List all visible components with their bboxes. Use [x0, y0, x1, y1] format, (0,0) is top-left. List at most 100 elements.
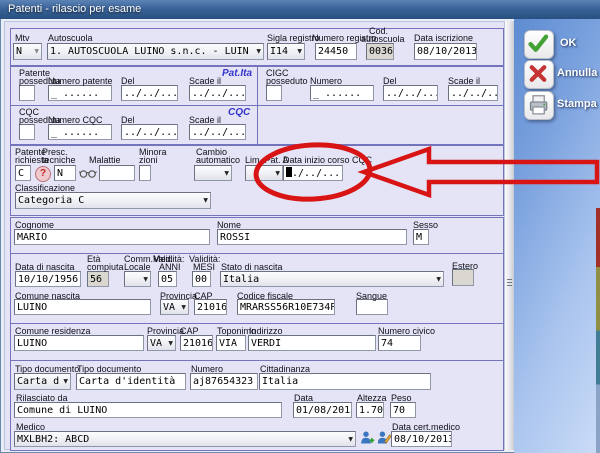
rilasciato-da-field[interactable]: Comune di LUINO [14, 402, 282, 418]
cap-residenza-field[interactable]: 21016 [180, 335, 213, 351]
patente-scade-field[interactable]: ../../.... [189, 85, 246, 101]
cigc-del-field[interactable]: ../../.... [383, 85, 438, 101]
patente-scade-label: Scade il [189, 76, 221, 86]
minorazioni-field[interactable] [139, 165, 151, 181]
annulla-button[interactable] [524, 60, 554, 89]
cittadinanza-label: Cittadinanza [260, 364, 310, 374]
patente-richiesta-field[interactable]: C [15, 165, 31, 181]
sangue-label: Sangue [356, 291, 387, 301]
sesso-field[interactable]: M [413, 229, 429, 245]
patenti-dialog-window: Patenti - rilascio per esame Mtv N▼ Auto… [0, 0, 600, 453]
data-documento-field[interactable]: 01/08/2013 [293, 402, 352, 418]
provincia-nascita-dropdown[interactable]: VA▼ [160, 299, 189, 315]
annulla-button-label[interactable]: Annulla [557, 67, 597, 79]
indirizzo-field[interactable]: VERDI [248, 335, 376, 351]
cigc-scade-label: Scade il [448, 76, 480, 86]
splitter-grip-icon [507, 279, 512, 288]
cigc-scade-field[interactable]: ../../.. [448, 85, 498, 101]
classificazione-label: Classificazione [15, 183, 75, 193]
sigla-registro-dropdown[interactable]: I14▼ [267, 43, 305, 60]
data-inizio-corso-cqc-field[interactable]: ./../.... [283, 165, 343, 181]
mtv-dropdown[interactable]: N▼ [13, 43, 42, 60]
numero-civico-field[interactable]: 74 [378, 335, 421, 351]
cognome-field[interactable]: MARIO [14, 229, 210, 245]
ok-button[interactable] [524, 30, 554, 59]
chevron-down-icon: ▼ [63, 378, 68, 386]
cap-nascita-field[interactable]: 21016 [194, 299, 227, 315]
comune-residenza-label: Comune residenza [15, 326, 91, 336]
nome-field[interactable]: ROSSI [217, 229, 407, 245]
data-di-nascita-field[interactable]: 10/10/1956 [15, 271, 81, 287]
data-iscrizione-field[interactable]: 08/10/2013 [414, 43, 477, 60]
classificazione-dropdown[interactable]: Categoria C▼ [15, 192, 211, 209]
patente-del-field[interactable]: ../../.... [121, 85, 178, 101]
pat-ita-tag: Pat.Ita [222, 68, 252, 79]
cittadinanza-field[interactable]: Italia [259, 373, 431, 390]
lim-pat-a-dropdown[interactable]: ▼ [245, 165, 283, 181]
help-icon[interactable]: ? [35, 166, 51, 182]
altezza-label: Altezza [357, 393, 387, 403]
cambio-automatico-dropdown[interactable]: ▼ [194, 165, 232, 181]
numero-registro-field[interactable]: 24450 [315, 43, 357, 60]
comm-med-locale-dropdown[interactable]: ▼ [124, 271, 151, 287]
comune-nascita-field[interactable]: LUINO [14, 299, 151, 315]
cognome-label: Cognome [15, 220, 54, 230]
sangue-field[interactable] [356, 299, 388, 315]
cqc-numero-label: Numero CQC [48, 115, 103, 125]
edit-person-icon[interactable] [377, 430, 392, 445]
numero-patente-field[interactable]: _ ...... [48, 85, 112, 101]
glasses-icon[interactable] [79, 168, 97, 179]
peso-field[interactable]: 70 [390, 402, 416, 418]
autoscuola-label: Autoscuola [48, 33, 93, 43]
comune-residenza-field[interactable]: LUINO [14, 335, 144, 351]
cqc-numero-field[interactable]: _ ...... [48, 124, 112, 140]
add-person-icon[interactable] [360, 430, 375, 445]
cigc-posseduto-box[interactable] [266, 85, 282, 101]
cqc-del-field[interactable]: ../../.... [121, 124, 178, 140]
malattie-label: Malattie [89, 155, 121, 165]
stato-di-nascita-label: Stato di nascita [221, 262, 283, 272]
cqc-posseduta-box[interactable] [19, 124, 35, 140]
data-di-nascita-label: Data di nascita [15, 262, 75, 272]
mesi-field[interactable]: 00 [192, 271, 211, 287]
tipo-documento-dropdown[interactable]: Carta d▼ [14, 373, 71, 390]
numero-documento-label: Numero [191, 364, 223, 374]
presc-tecniche-field[interactable]: N [54, 165, 76, 181]
medico-dropdown[interactable]: MXLBH2: ABCD▼ [14, 431, 356, 447]
chevron-down-icon: ▼ [203, 197, 208, 205]
stato-di-nascita-dropdown[interactable]: Italia▼ [220, 271, 444, 287]
numero-documento-field[interactable]: aj87654323 [190, 373, 258, 390]
toponimo-field[interactable]: VIA [216, 335, 246, 351]
eta-label-2: compiuta [87, 262, 124, 272]
stampa-button[interactable] [524, 91, 554, 120]
ok-button-label[interactable]: OK [560, 37, 577, 49]
patente-posseduta-box[interactable] [19, 85, 35, 101]
cqc-scade-field[interactable]: ../../.... [189, 124, 246, 140]
tipo-documento-field[interactable]: Carta d'identità [76, 373, 186, 390]
malattie-field[interactable] [99, 165, 135, 181]
cod-autoscuola-field: 0036 [366, 43, 394, 60]
cigc-numero-field[interactable]: _ ...... [310, 85, 374, 101]
tipo-documento-label: Tipo documento [77, 364, 141, 374]
chevron-down-icon: ▼ [168, 340, 173, 348]
data-inizio-corso-cqc-label: Data inizio corso CQC [283, 155, 372, 165]
anni-label: ANNI [159, 262, 181, 272]
altezza-field[interactable]: 1.70 [356, 402, 384, 418]
rilasciato-da-label: Rilasciato da [16, 393, 68, 403]
chevron-down-icon: ▼ [297, 48, 302, 56]
chevron-down-icon: ▼ [224, 170, 229, 178]
provincia-residenza-dropdown[interactable]: VA▼ [147, 335, 176, 351]
data-cert-medico-field[interactable]: 08/10/2013 [391, 431, 452, 447]
patente-del-label: Del [121, 76, 135, 86]
provincia-nascita-label: Provincia [160, 291, 197, 301]
estero-box [452, 269, 474, 286]
chevron-down-icon: ▼ [275, 170, 280, 178]
data-documento-label: Data [294, 393, 313, 403]
chevron-down-icon: ▼ [34, 48, 39, 56]
codice-fiscale-field[interactable]: MRARSS56R10E734P [237, 299, 335, 315]
title-bar[interactable]: Patenti - rilascio per esame [0, 0, 600, 19]
anni-field[interactable]: 05 [158, 271, 177, 287]
splitter[interactable] [505, 21, 514, 450]
autoscuola-dropdown[interactable]: 1. AUTOSCUOLA LUINO s.n.c. - LUIN▼ [47, 43, 264, 60]
stampa-button-label[interactable]: Stampa [557, 98, 597, 110]
